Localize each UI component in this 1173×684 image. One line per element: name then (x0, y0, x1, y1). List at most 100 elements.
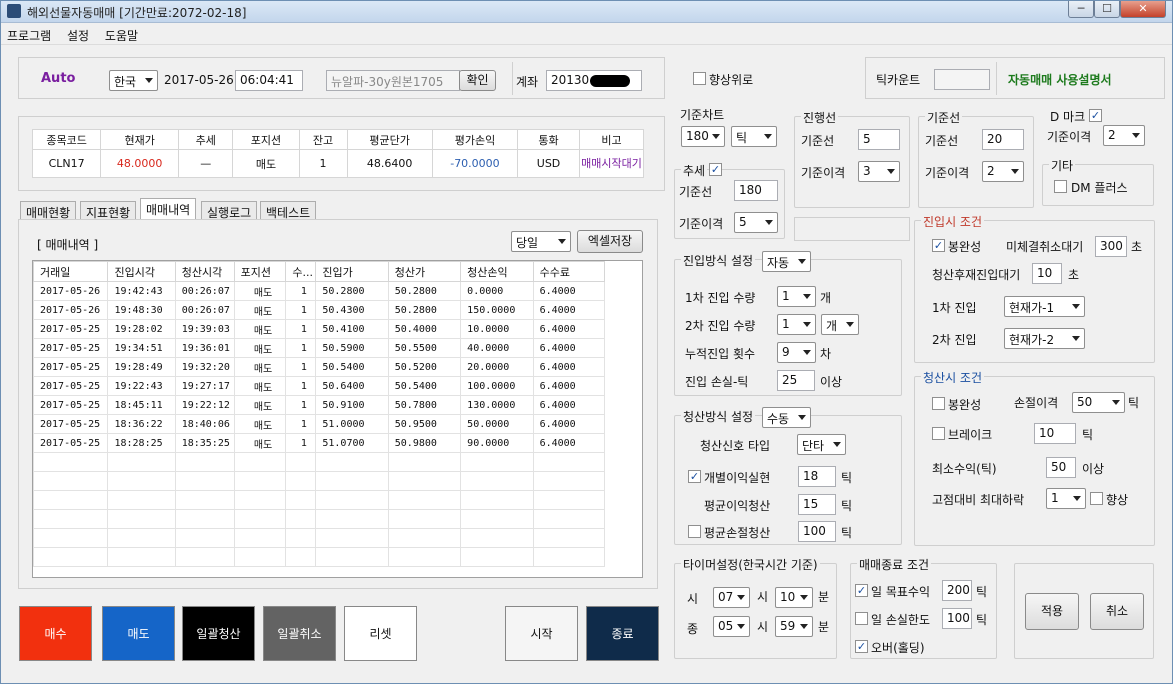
menu-settings[interactable]: 설정 (61, 24, 95, 44)
target-checkbox[interactable]: ✓ (855, 584, 868, 597)
reset-button[interactable]: 리셋 (344, 606, 417, 661)
cancel-all-button[interactable]: 일괄취소 (263, 606, 336, 661)
q1-select[interactable]: 1 (777, 286, 816, 307)
time-field[interactable]: 06:04:41 (235, 70, 303, 91)
table-row[interactable] (33, 471, 606, 491)
manual-link[interactable]: 자동매매 사용설명서 (1008, 71, 1112, 88)
country-select[interactable]: 한국 (109, 70, 158, 91)
target-field[interactable]: 200 (942, 580, 972, 601)
dm-plus-checkbox[interactable] (1054, 180, 1067, 193)
table-row[interactable]: 2017-05-25 18:45:11 19:22:12 매도 1 50.9100 50.7… (33, 395, 606, 415)
avgloss-field[interactable]: 100 (798, 521, 836, 542)
entry-complete-checkbox[interactable]: ✓ (932, 239, 945, 252)
table-row[interactable]: 2017-05-26 19:48:30 00:26:07 매도 1 50.4300 50.2… (33, 300, 606, 320)
drop-select[interactable]: 1 (1046, 488, 1086, 509)
loss-limit-checkbox[interactable] (855, 612, 868, 625)
start-button[interactable]: 시작 (505, 606, 578, 661)
minimize-button[interactable]: ─ (1068, 1, 1094, 18)
unfilled-field[interactable]: 300 (1095, 236, 1127, 257)
entry-cond-group: 진입시 조건 ✓ 봉완성 미체결취소대기 300 초 청산후재진입대기 10 초… (914, 213, 1155, 363)
trend-gap-select[interactable]: 5 (734, 212, 778, 233)
signal-select[interactable]: 단타 (797, 434, 846, 455)
tab-trade-status[interactable]: 매매현황 (20, 201, 77, 220)
over-checkbox[interactable]: ✓ (855, 640, 868, 653)
brake-checkbox[interactable] (932, 427, 945, 440)
e1-select[interactable]: 현재가-1 (1004, 296, 1085, 317)
baseline-gap-select[interactable]: 2 (982, 161, 1024, 182)
trend-base-field[interactable]: 180 (734, 180, 778, 201)
dmark-gap-select[interactable]: 2 (1103, 125, 1145, 146)
trend-checkbox[interactable]: ✓ (709, 163, 722, 176)
exit-cond-title: 청산시 조건 (921, 369, 985, 386)
entry-title: 진입방식 설정 (681, 252, 756, 269)
minprofit-field[interactable]: 50 (1046, 457, 1076, 478)
e2-select[interactable]: 현재가-2 (1004, 328, 1085, 349)
confirm-button[interactable]: 확인 (459, 70, 496, 91)
table-row[interactable] (33, 452, 606, 472)
menu-program[interactable]: 프로그램 (1, 24, 57, 44)
cum-select[interactable]: 9 (777, 342, 816, 363)
tab-backtest[interactable]: 백테스트 (260, 201, 317, 220)
table-cell (285, 509, 317, 529)
table-row[interactable] (33, 528, 606, 548)
cancel-button[interactable]: 취소 (1090, 593, 1144, 630)
start-min-select[interactable]: 10 (775, 587, 813, 608)
tab-trade-history[interactable]: 매매내역 (140, 198, 197, 220)
table-cell: 19:42:43 (107, 281, 176, 301)
apply-button[interactable]: 적용 (1025, 593, 1079, 630)
tick-count-field[interactable] (934, 69, 990, 90)
close-all-button[interactable]: 일괄청산 (182, 606, 255, 661)
reentry-field[interactable]: 10 (1032, 263, 1062, 284)
menu-help[interactable]: 도움말 (99, 24, 144, 44)
table-row[interactable] (33, 490, 606, 510)
entry-mode-select[interactable]: 자동 (762, 251, 811, 272)
exit-mode-select[interactable]: 수동 (762, 407, 811, 428)
lead-gap-select[interactable]: 3 (858, 161, 900, 182)
stop-select[interactable]: 50 (1072, 392, 1125, 413)
sell-button[interactable]: 매도 (102, 606, 175, 661)
upward-checkbox[interactable] (693, 72, 706, 85)
brake-field[interactable]: 10 (1034, 423, 1076, 444)
exit-complete-checkbox[interactable] (932, 397, 945, 410)
tab-exec-log[interactable]: 실행로그 (201, 201, 258, 220)
tab-indicator[interactable]: 지표현황 (80, 201, 137, 220)
improve-checkbox[interactable] (1090, 492, 1103, 505)
loss-tick-field[interactable]: 25 (777, 370, 815, 391)
side-cell: 매도 (232, 149, 300, 178)
table-cell: 90.0000 (460, 433, 534, 453)
indiv-checkbox[interactable]: ✓ (688, 470, 701, 483)
avg-field[interactable]: 15 (798, 494, 836, 515)
q2-select[interactable]: 1 (777, 314, 816, 335)
avgloss-checkbox[interactable] (688, 525, 701, 538)
table-row[interactable]: 2017-05-25 19:34:51 19:36:01 매도 1 50.5900 50.5… (33, 338, 606, 358)
stop-button[interactable]: 종료 (586, 606, 659, 661)
history-table-wrap[interactable]: 거래일 진입시각 청산시각 포지션 수... 진입가 청산가 청산손익 수수료 … (32, 260, 643, 578)
start-hour-select[interactable]: 07 (713, 587, 750, 608)
table-row[interactable]: 2017-05-25 19:28:49 19:32:20 매도 1 50.5400 50.5… (33, 357, 606, 377)
table-row[interactable] (33, 509, 606, 529)
chart-period-select[interactable]: 180 (681, 126, 725, 147)
table-row[interactable]: 2017-05-25 18:28:25 18:35:25 매도 1 51.0700 50.9… (33, 433, 606, 453)
baseline-base-field[interactable]: 20 (982, 129, 1024, 150)
indiv-field[interactable]: 18 (798, 466, 836, 487)
chart-unit-select[interactable]: 틱 (731, 126, 777, 147)
buy-button[interactable]: 매수 (19, 606, 92, 661)
table-row[interactable] (33, 547, 606, 567)
lead-base-field[interactable]: 5 (858, 129, 900, 150)
product-field[interactable]: 뉴알파-30y원본1705 (326, 70, 460, 91)
close-button[interactable]: ✕ (1120, 1, 1166, 18)
end-hour-select[interactable]: 05 (713, 616, 750, 637)
table-row[interactable]: 2017-05-25 19:22:43 19:27:17 매도 1 50.6400 50.5… (33, 376, 606, 396)
maximize-button[interactable]: ☐ (1094, 1, 1120, 18)
loss-limit-field[interactable]: 100 (942, 608, 972, 629)
table-row[interactable]: 2017-05-25 18:36:22 18:40:06 매도 1 51.0000 50.9… (33, 414, 606, 434)
q2-unit-select[interactable]: 개 (821, 314, 859, 335)
end-min-select[interactable]: 59 (775, 616, 813, 637)
account-field[interactable]: 20130 (546, 70, 642, 91)
table-row[interactable]: 2017-05-25 19:28:02 19:39:03 매도 1 50.4100 50.4… (33, 319, 606, 339)
dmark-checkbox[interactable]: ✓ (1089, 109, 1102, 122)
table-row[interactable]: 2017-05-26 19:42:43 00:26:07 매도 1 50.2800 50.2… (33, 281, 606, 301)
excel-save-button[interactable]: 엑셀저장 (577, 230, 643, 253)
period-select[interactable]: 당일 (511, 231, 571, 252)
position-row[interactable]: CLN17 48.0000 — 매도 1 48.6400 -70.0000 US… (31, 149, 645, 178)
